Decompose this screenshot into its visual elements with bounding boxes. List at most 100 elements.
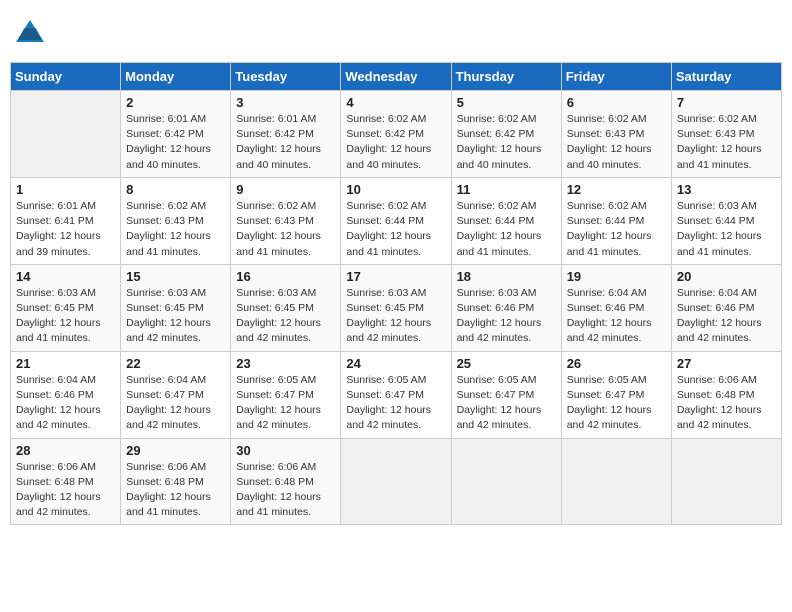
day-info: Sunrise: 6:03 AMSunset: 6:46 PMDaylight:… [457, 286, 556, 347]
day-info: Sunrise: 6:02 AMSunset: 6:43 PMDaylight:… [236, 199, 335, 260]
day-number: 27 [677, 356, 776, 371]
day-info: Sunrise: 6:02 AMSunset: 6:43 PMDaylight:… [567, 112, 666, 173]
day-number: 9 [236, 182, 335, 197]
day-number: 19 [567, 269, 666, 284]
cal-cell: 2 Sunrise: 6:01 AMSunset: 6:42 PMDaylight… [121, 91, 231, 178]
calendar-table: SundayMondayTuesdayWednesdayThursdayFrid… [10, 62, 782, 525]
cal-cell: 23Sunrise: 6:05 AMSunset: 6:47 PMDayligh… [231, 351, 341, 438]
day-info: Sunrise: 6:02 AMSunset: 6:44 PMDaylight:… [457, 199, 556, 260]
cal-cell: 8Sunrise: 6:02 AMSunset: 6:43 PMDaylight… [121, 177, 231, 264]
cal-cell: 24 Sunrise: 6:05 AMSunset: 6:47 PMDayligh… [341, 351, 451, 438]
cal-cell [451, 438, 561, 525]
cal-cell: 14 Sunrise: 6:03 AMSunset: 6:45 PMDayligh… [11, 264, 121, 351]
day-number: 22 [126, 356, 225, 371]
day-number: 29 [126, 443, 225, 458]
dow-header-thursday: Thursday [451, 63, 561, 91]
cal-cell: 1 Sunrise: 6:01 AMSunset: 6:41 PMDaylight… [11, 177, 121, 264]
day-info: Sunrise: 6:04 AMSunset: 6:46 PMDaylight:… [16, 373, 115, 434]
cal-cell: 25Sunrise: 6:05 AMSunset: 6:47 PMDayligh… [451, 351, 561, 438]
cal-cell: 20Sunrise: 6:04 AMSunset: 6:46 PMDayligh… [671, 264, 781, 351]
day-number: 10 [346, 182, 445, 197]
day-info: Sunrise: 6:04 AMSunset: 6:46 PMDaylight:… [677, 286, 776, 347]
day-info: Sunrise: 6:02 AMSunset: 6:42 PMDaylight:… [457, 112, 556, 173]
day-number: 21 [16, 356, 115, 371]
cal-cell: 28 Sunrise: 6:06 AMSunset: 6:48 PMDayligh… [11, 438, 121, 525]
day-info: Sunrise: 6:05 AMSunset: 6:47 PMDaylight:… [457, 373, 556, 434]
week-row-4: 28 Sunrise: 6:06 AMSunset: 6:48 PMDayligh… [11, 438, 782, 525]
day-number: 12 [567, 182, 666, 197]
cal-cell [671, 438, 781, 525]
cal-cell: 18 Sunrise: 6:03 AMSunset: 6:46 PMDayligh… [451, 264, 561, 351]
day-number: 18 [457, 269, 556, 284]
day-number: 2 [126, 95, 225, 110]
day-number: 16 [236, 269, 335, 284]
day-info: Sunrise: 6:03 AMSunset: 6:45 PMDaylight:… [236, 286, 335, 347]
day-number: 24 [346, 356, 445, 371]
week-row-0: 2 Sunrise: 6:01 AMSunset: 6:42 PMDaylight… [11, 91, 782, 178]
day-info: Sunrise: 6:04 AMSunset: 6:46 PMDaylight:… [567, 286, 666, 347]
week-row-1: 1 Sunrise: 6:01 AMSunset: 6:41 PMDaylight… [11, 177, 782, 264]
cal-cell [341, 438, 451, 525]
day-number: 4 [346, 95, 445, 110]
calendar-body: 2 Sunrise: 6:01 AMSunset: 6:42 PMDaylight… [11, 91, 782, 525]
day-info: Sunrise: 6:04 AMSunset: 6:47 PMDaylight:… [126, 373, 225, 434]
day-info: Sunrise: 6:03 AMSunset: 6:45 PMDaylight:… [16, 286, 115, 347]
day-info: Sunrise: 6:01 AMSunset: 6:42 PMDaylight:… [126, 112, 225, 173]
cal-cell: 16 Sunrise: 6:03 AMSunset: 6:45 PMDayligh… [231, 264, 341, 351]
week-row-2: 14 Sunrise: 6:03 AMSunset: 6:45 PMDayligh… [11, 264, 782, 351]
days-of-week-row: SundayMondayTuesdayWednesdayThursdayFrid… [11, 63, 782, 91]
dow-header-friday: Friday [561, 63, 671, 91]
day-info: Sunrise: 6:06 AMSunset: 6:48 PMDaylight:… [16, 460, 115, 521]
cal-cell: 6 Sunrise: 6:02 AMSunset: 6:43 PMDaylight… [561, 91, 671, 178]
day-info: Sunrise: 6:02 AMSunset: 6:44 PMDaylight:… [567, 199, 666, 260]
day-number: 26 [567, 356, 666, 371]
dow-header-sunday: Sunday [11, 63, 121, 91]
cal-cell: 27 Sunrise: 6:06 AMSunset: 6:48 PMDayligh… [671, 351, 781, 438]
day-info: Sunrise: 6:03 AMSunset: 6:45 PMDaylight:… [126, 286, 225, 347]
dow-header-tuesday: Tuesday [231, 63, 341, 91]
cal-cell: 26 Sunrise: 6:05 AMSunset: 6:47 PMDayligh… [561, 351, 671, 438]
cal-cell: 21 Sunrise: 6:04 AMSunset: 6:46 PMDayligh… [11, 351, 121, 438]
day-number: 14 [16, 269, 115, 284]
cal-cell: 30 Sunrise: 6:06 AMSunset: 6:48 PMDayligh… [231, 438, 341, 525]
cal-cell: 12 Sunrise: 6:02 AMSunset: 6:44 PMDayligh… [561, 177, 671, 264]
cal-cell: 19 Sunrise: 6:04 AMSunset: 6:46 PMDayligh… [561, 264, 671, 351]
cal-cell: 3Sunrise: 6:01 AMSunset: 6:42 PMDaylight… [231, 91, 341, 178]
day-number: 8 [126, 182, 225, 197]
day-number: 13 [677, 182, 776, 197]
cal-cell: 17 Sunrise: 6:03 AMSunset: 6:45 PMDayligh… [341, 264, 451, 351]
day-number: 11 [457, 182, 556, 197]
cal-cell: 29 Sunrise: 6:06 AMSunset: 6:48 PMDayligh… [121, 438, 231, 525]
day-info: Sunrise: 6:02 AMSunset: 6:43 PMDaylight:… [677, 112, 776, 173]
logo-icon [14, 18, 46, 46]
cal-cell: 13 Sunrise: 6:03 AMSunset: 6:44 PMDayligh… [671, 177, 781, 264]
cal-cell: 7Sunrise: 6:02 AMSunset: 6:43 PMDaylight… [671, 91, 781, 178]
cal-cell: 10 Sunrise: 6:02 AMSunset: 6:44 PMDayligh… [341, 177, 451, 264]
day-number: 15 [126, 269, 225, 284]
dow-header-saturday: Saturday [671, 63, 781, 91]
day-number: 1 [16, 182, 115, 197]
day-info: Sunrise: 6:06 AMSunset: 6:48 PMDaylight:… [126, 460, 225, 521]
day-info: Sunrise: 6:05 AMSunset: 6:47 PMDaylight:… [346, 373, 445, 434]
cal-cell: 4 Sunrise: 6:02 AMSunset: 6:42 PMDaylight… [341, 91, 451, 178]
calendar-header [10, 10, 782, 54]
day-info: Sunrise: 6:02 AMSunset: 6:42 PMDaylight:… [346, 112, 445, 173]
day-number: 28 [16, 443, 115, 458]
day-info: Sunrise: 6:06 AMSunset: 6:48 PMDaylight:… [236, 460, 335, 521]
cal-cell [561, 438, 671, 525]
day-info: Sunrise: 6:06 AMSunset: 6:48 PMDaylight:… [677, 373, 776, 434]
day-info: Sunrise: 6:02 AMSunset: 6:44 PMDaylight:… [346, 199, 445, 260]
logo [14, 18, 50, 46]
day-info: Sunrise: 6:05 AMSunset: 6:47 PMDaylight:… [236, 373, 335, 434]
cal-cell: 15 Sunrise: 6:03 AMSunset: 6:45 PMDayligh… [121, 264, 231, 351]
day-info: Sunrise: 6:01 AMSunset: 6:42 PMDaylight:… [236, 112, 335, 173]
day-number: 17 [346, 269, 445, 284]
day-info: Sunrise: 6:05 AMSunset: 6:47 PMDaylight:… [567, 373, 666, 434]
day-number: 6 [567, 95, 666, 110]
day-info: Sunrise: 6:01 AMSunset: 6:41 PMDaylight:… [16, 199, 115, 260]
dow-header-monday: Monday [121, 63, 231, 91]
day-info: Sunrise: 6:03 AMSunset: 6:45 PMDaylight:… [346, 286, 445, 347]
day-info: Sunrise: 6:03 AMSunset: 6:44 PMDaylight:… [677, 199, 776, 260]
week-row-3: 21 Sunrise: 6:04 AMSunset: 6:46 PMDayligh… [11, 351, 782, 438]
day-number: 30 [236, 443, 335, 458]
